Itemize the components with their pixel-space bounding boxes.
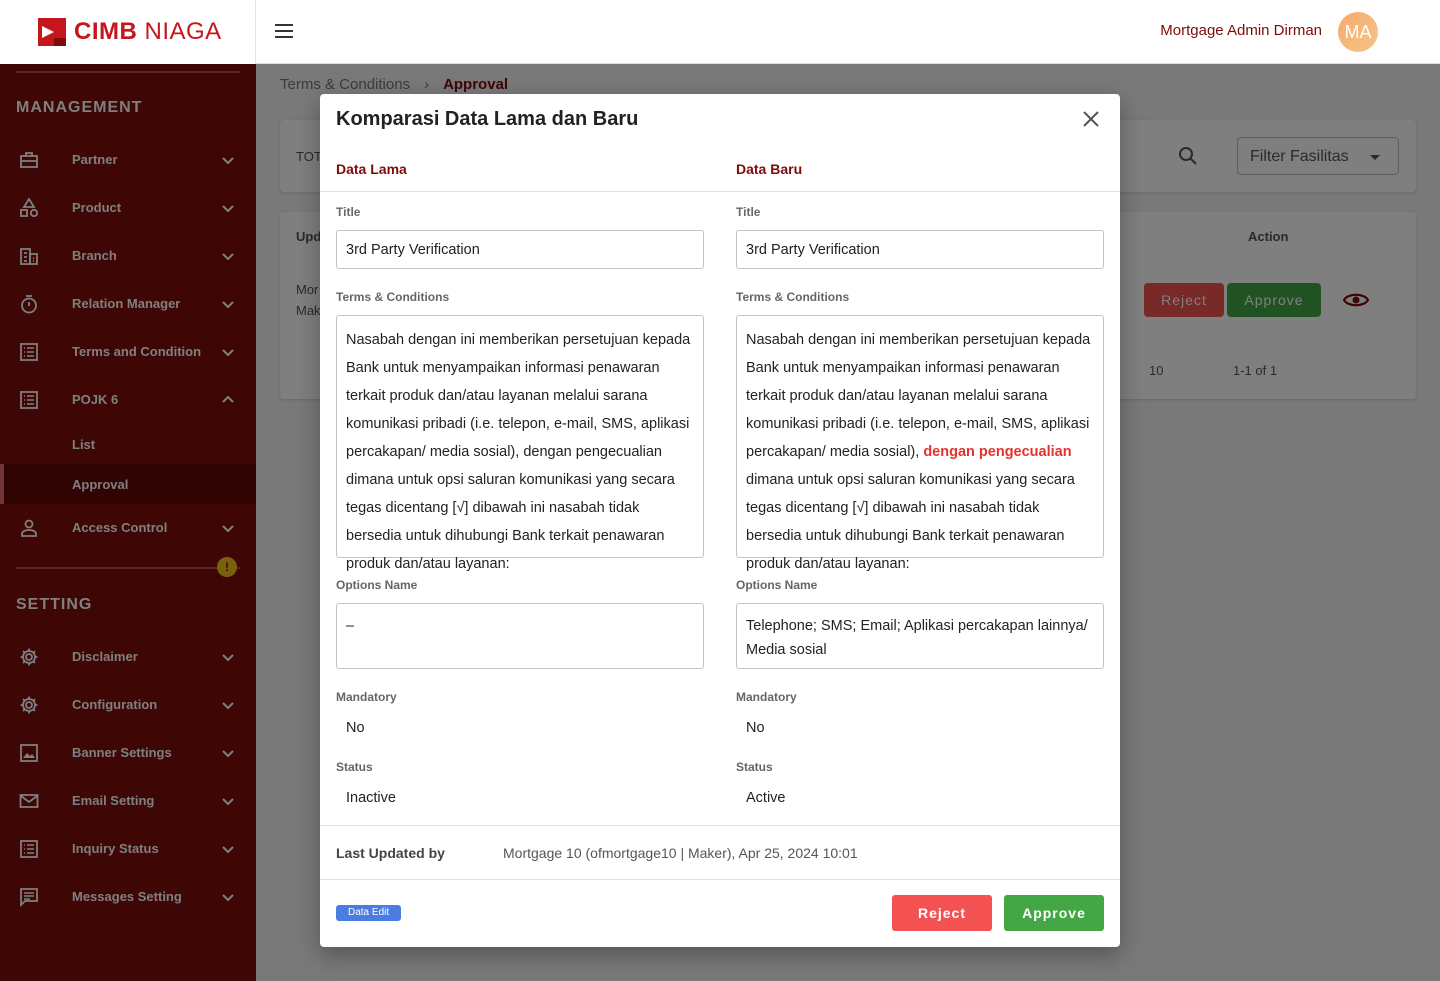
new-tnc-field: Nasabah dengan ini memberikan persetujua… [736,315,1104,572]
approve-button[interactable]: Approve [1004,895,1104,931]
menu-icon[interactable] [275,24,293,38]
new-status-label: Status [736,760,773,774]
reject-button[interactable]: Reject [892,895,992,931]
old-mandatory-value: No [346,720,365,736]
last-updated-label: Last Updated by [336,845,445,861]
tnc-text: dimana untuk opsi saluran komunikasi yan… [746,472,1075,572]
old-title-label: Title [336,205,361,219]
brand-name-bold: CIMB [74,18,138,45]
tnc-highlight: dengan pengecualian [923,444,1072,460]
old-mandatory-label: Mandatory [336,690,397,704]
old-data-heading: Data Lama [336,161,407,177]
divider [320,825,1120,826]
old-status-label: Status [336,760,373,774]
new-tnc-label: Terms & Conditions [736,290,850,304]
brand-name-light: NIAGA [137,18,222,45]
user-name[interactable]: Mortgage Admin Dirman [1160,22,1322,39]
divider [320,879,1120,880]
tnc-text: Nasabah dengan ini memberikan persetujua… [746,332,1091,460]
close-icon[interactable] [1080,108,1102,130]
old-title-field: 3rd Party Verification [336,230,704,269]
old-status-value: Inactive [346,790,396,806]
old-tnc-label: Terms & Conditions [336,290,450,304]
modal-title: Komparasi Data Lama dan Baru [336,108,639,130]
comparison-modal: Komparasi Data Lama dan Baru Data Lama D… [320,94,1120,947]
new-mandatory-label: Mandatory [736,690,797,704]
old-tnc-field: Nasabah dengan ini memberikan persetujua… [336,315,704,572]
new-data-heading: Data Baru [736,161,803,177]
data-edit-badge: Data Edit [336,905,402,921]
new-options-field: Telephone; SMS; Email; Aplikasi percakap… [736,603,1104,669]
new-options-label: Options Name [736,578,818,592]
avatar[interactable]: MA [1338,12,1378,52]
old-options-field: – [336,603,704,669]
old-options-label: Options Name [336,578,418,592]
top-bar: Mortgage Admin Dirman MA [256,0,1440,64]
logo-icon [38,18,66,46]
new-status-value: Active [746,790,786,806]
new-title-field: 3rd Party Verification [736,230,1104,269]
divider [320,191,1120,192]
last-updated-value: Mortgage 10 (ofmortgage10 | Maker), Apr … [503,845,858,861]
new-title-label: Title [736,205,761,219]
brand-logo[interactable]: CIMB NIAGA [0,0,256,64]
new-mandatory-value: No [746,720,765,736]
